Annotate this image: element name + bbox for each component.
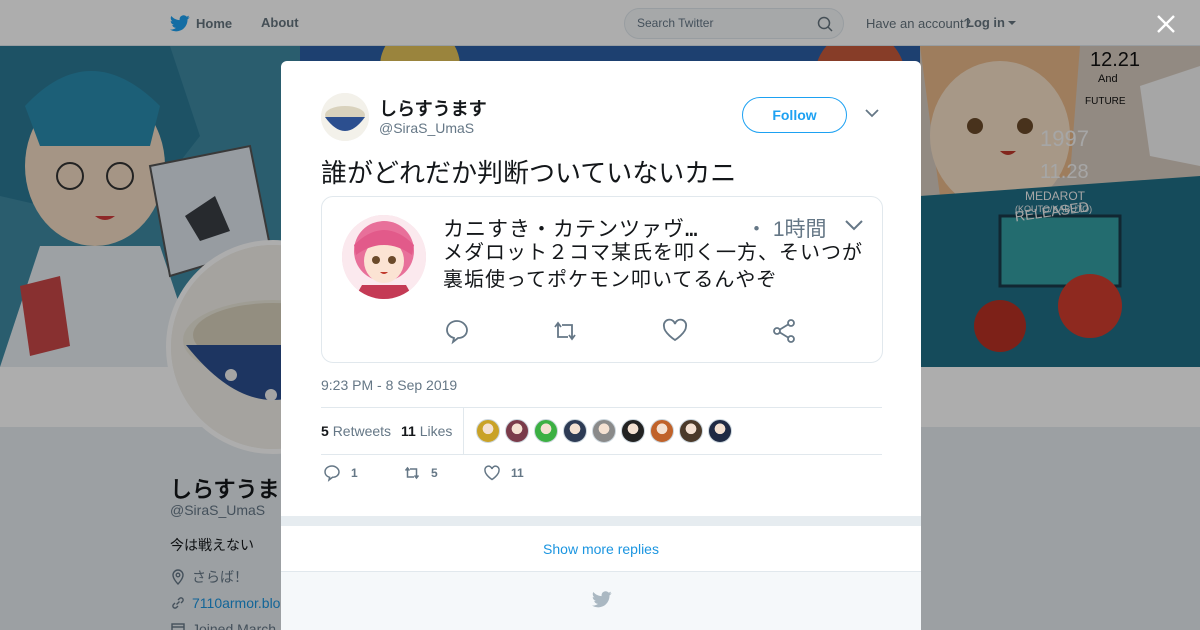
stats-divider	[463, 408, 464, 454]
rice-bowl-avatar-image	[321, 93, 369, 141]
tweet-action-bar: 1 5 11	[321, 464, 721, 488]
tweet-author-handle[interactable]: @SiraS_UmaS	[379, 120, 474, 136]
quoted-action-bar	[322, 317, 882, 347]
chevron-down-icon[interactable]	[845, 220, 863, 231]
retweet-icon	[404, 466, 420, 480]
chevron-down-icon[interactable]	[865, 108, 879, 118]
liker-avatar[interactable]	[505, 419, 529, 443]
reply-icon[interactable]	[443, 317, 471, 345]
likers-avatars	[476, 419, 732, 443]
liker-avatar[interactable]	[679, 419, 703, 443]
modal-footer	[281, 572, 921, 630]
retweet-action[interactable]: 5	[403, 464, 438, 482]
retweet-icon[interactable]	[551, 317, 579, 345]
tweet-stats: 5 Retweets 11 Likes	[321, 407, 882, 455]
quoted-author-avatar[interactable]	[342, 215, 426, 299]
liker-avatar[interactable]	[534, 419, 558, 443]
liker-avatar[interactable]	[592, 419, 616, 443]
heart-icon[interactable]	[661, 317, 689, 345]
reply-icon	[324, 465, 340, 482]
likes-label: Likes	[419, 423, 453, 439]
tweet-timestamp[interactable]: 9:23 PM - 8 Sep 2019	[321, 377, 457, 393]
like-action[interactable]: 11	[483, 464, 524, 482]
like-count: 11	[511, 466, 524, 480]
retweets-stat[interactable]: 5 Retweets	[321, 423, 391, 439]
tweet-text: 誰がどれだか判断ついていないカニ	[321, 158, 737, 188]
liker-avatar[interactable]	[563, 419, 587, 443]
tweet-author-name[interactable]: しらすうます	[379, 95, 487, 121]
heart-icon	[484, 465, 500, 481]
reply-count: 1	[351, 466, 358, 480]
likes-count: 11	[401, 423, 416, 439]
anime-girl-avatar-image	[342, 215, 426, 299]
liker-avatar[interactable]	[476, 419, 500, 443]
retweet-count: 5	[431, 466, 438, 480]
likes-stat[interactable]: 11 Likes	[401, 423, 452, 439]
tweet-modal: しらすうます @SiraS_UmaS Follow 誰がどれだか判断ついていない…	[281, 61, 921, 630]
retweets-count: 5	[321, 423, 329, 439]
quoted-tweet-card[interactable]: カニすき・カテンツァヴ… ・ 1時間 メダロット２コマ某氏を叩く一方、そいつが裏…	[321, 196, 883, 363]
show-more-replies-button[interactable]: Show more replies	[281, 526, 921, 572]
tweet-author-avatar[interactable]	[321, 93, 369, 141]
replies-divider	[281, 516, 921, 526]
retweets-label: Retweets	[332, 423, 392, 439]
follow-button[interactable]: Follow	[742, 97, 847, 133]
share-icon[interactable]	[770, 317, 798, 345]
liker-avatar[interactable]	[650, 419, 674, 443]
quoted-body: メダロット２コマ某氏を叩く一方、そいつが裏垢使ってポケモン叩いてるんやぞ	[443, 240, 863, 291]
liker-avatar[interactable]	[708, 419, 732, 443]
liker-avatar[interactable]	[621, 419, 645, 443]
close-icon[interactable]	[1155, 13, 1177, 35]
twitter-bird-icon	[592, 591, 612, 608]
reply-action[interactable]: 1	[323, 464, 358, 482]
